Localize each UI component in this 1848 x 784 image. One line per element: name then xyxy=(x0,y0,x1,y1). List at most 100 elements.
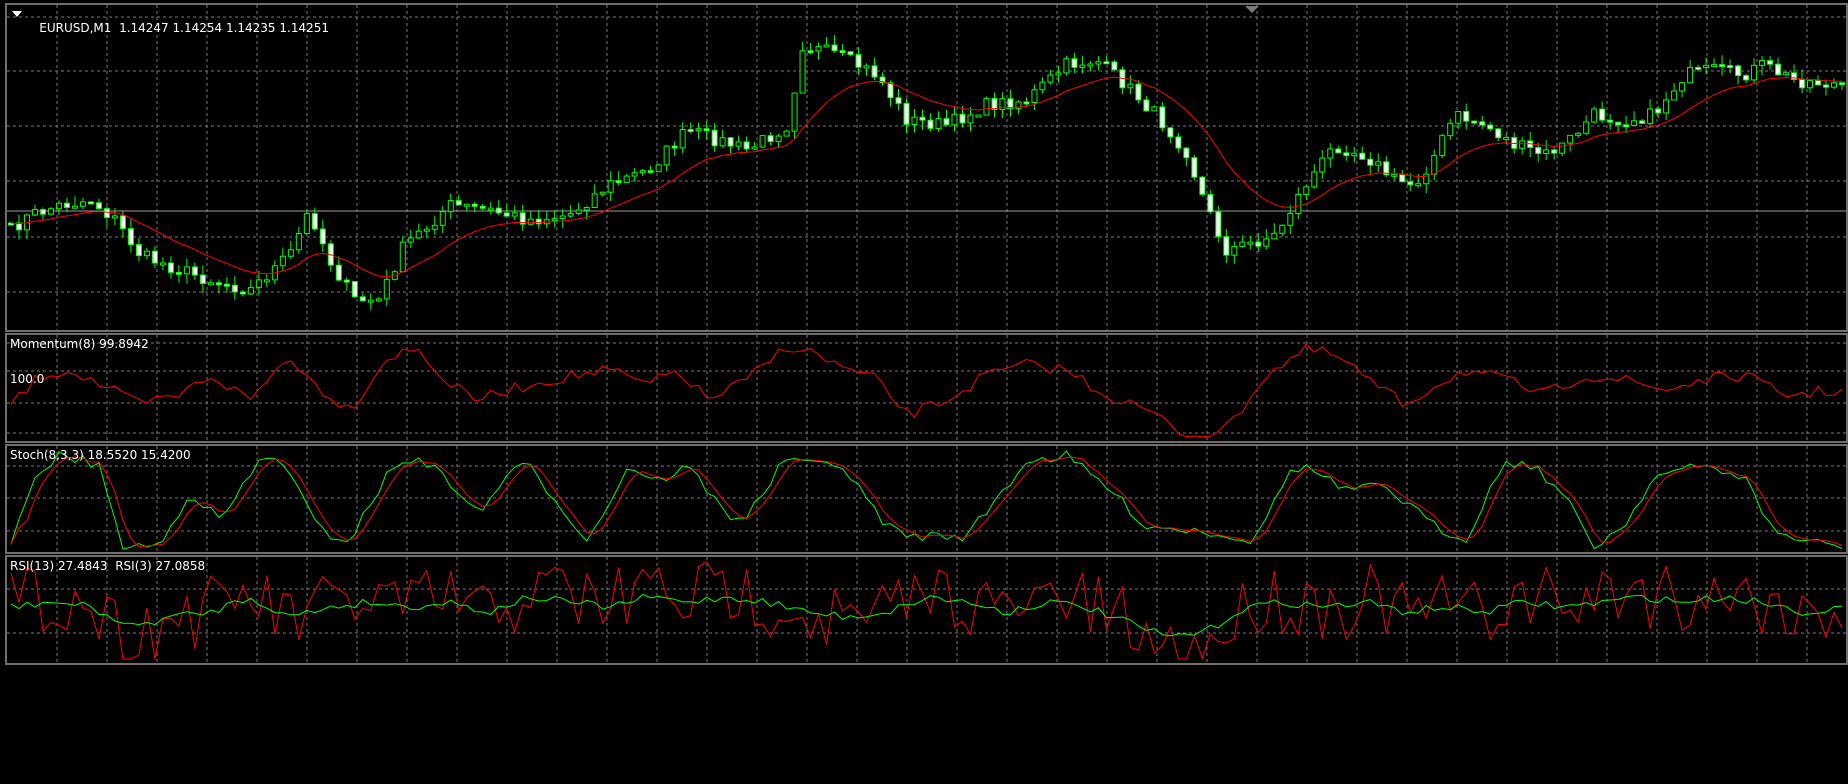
candle-body xyxy=(807,50,814,54)
candle-body xyxy=(743,141,750,150)
candle-body xyxy=(1287,212,1294,226)
candle-body xyxy=(1591,108,1598,123)
candle-body xyxy=(1175,136,1182,149)
candle-body xyxy=(447,200,454,213)
candle-body xyxy=(599,191,606,195)
candle-body xyxy=(1599,108,1606,121)
candle-body xyxy=(1543,149,1550,155)
candle-body xyxy=(1415,183,1422,187)
candle-body xyxy=(1039,81,1046,91)
candle-body xyxy=(1047,74,1054,83)
candle-body xyxy=(1367,158,1374,166)
momentum-pane[interactable]: Momentum(8) 99.8942 100.0 xyxy=(5,333,1848,443)
candle-body xyxy=(903,102,910,125)
candle-body xyxy=(263,279,270,283)
candle-body xyxy=(303,213,310,235)
candle-body xyxy=(887,82,894,99)
candle-body xyxy=(1671,90,1678,101)
candle-body xyxy=(159,262,166,266)
candle-body xyxy=(103,208,110,219)
candle-body xyxy=(1111,61,1118,71)
candle-body xyxy=(247,286,254,295)
candle-body xyxy=(1583,121,1590,134)
candle-body xyxy=(567,212,574,217)
candle-body xyxy=(1687,66,1694,84)
candle-body xyxy=(1743,75,1750,81)
menu-triangle-icon[interactable] xyxy=(12,11,22,17)
candle-body xyxy=(751,146,758,150)
candle-body xyxy=(695,128,702,132)
candle-body xyxy=(1255,241,1262,247)
candle-body xyxy=(1623,124,1630,128)
candle-body xyxy=(1535,146,1542,155)
candle-body xyxy=(631,172,638,177)
candle-body xyxy=(383,278,390,300)
candle-body xyxy=(863,65,870,69)
rsi3-line xyxy=(10,561,1843,660)
candle-body xyxy=(1447,122,1454,137)
rsi-label: RSI(13) 27.4843 RSI(3) 27.0858 xyxy=(10,559,206,573)
candle-body xyxy=(1127,83,1134,89)
candle-body xyxy=(799,50,806,94)
candle-body xyxy=(703,128,710,132)
momentum-label: Momentum(8) 99.8942 xyxy=(10,337,149,351)
candle-body xyxy=(1815,80,1822,86)
candle-body xyxy=(1063,58,1070,74)
candle-body xyxy=(1079,64,1086,68)
candle-body xyxy=(1751,64,1758,81)
candle-body xyxy=(911,116,918,125)
candle-body xyxy=(959,113,966,124)
candle-body xyxy=(1239,241,1246,247)
candle-body xyxy=(767,135,774,143)
candle-body xyxy=(1575,132,1582,136)
candle-body xyxy=(1055,72,1062,76)
candle-body xyxy=(415,230,422,239)
candle-body xyxy=(1023,101,1030,105)
candle-body xyxy=(935,118,942,129)
candle-body xyxy=(679,129,686,149)
chart-shift-marker-icon[interactable] xyxy=(1245,6,1259,13)
price-chart-pane[interactable]: EURUSD,M1 1.14247 1.14254 1.14235 1.1425… xyxy=(5,3,1848,332)
candle-body xyxy=(591,193,598,209)
candle-body xyxy=(1719,64,1726,68)
candle-body xyxy=(343,279,350,283)
candle-body xyxy=(839,50,846,54)
candle-body xyxy=(359,296,366,302)
candle-body xyxy=(175,271,182,275)
candle-body xyxy=(1799,78,1806,89)
candle-body xyxy=(1735,65,1742,77)
candle-body xyxy=(1223,236,1230,256)
candle-body xyxy=(711,129,718,147)
candle-body xyxy=(495,207,502,214)
candle-body xyxy=(1767,60,1774,65)
candle-body xyxy=(639,170,646,174)
candle-body xyxy=(895,97,902,104)
candle-body xyxy=(207,282,214,286)
candle-body xyxy=(39,209,46,215)
candle-body xyxy=(127,228,134,246)
momentum-line xyxy=(10,343,1843,438)
candle-body xyxy=(79,201,86,207)
stochastic-pane[interactable]: Stoch(8,3,3) 18.5520 15.4200 xyxy=(5,444,1848,554)
candle-body xyxy=(1495,128,1502,139)
candle-body xyxy=(831,44,838,52)
candle-body xyxy=(1271,232,1278,240)
candle-body xyxy=(983,97,990,116)
candle-body xyxy=(647,170,654,174)
candle-body xyxy=(1151,106,1158,112)
candle-body xyxy=(1503,137,1510,141)
candle-body xyxy=(1487,124,1494,130)
candle-body xyxy=(1823,84,1830,88)
candle-body xyxy=(663,145,670,166)
candle-body xyxy=(1319,157,1326,173)
candle-body xyxy=(111,215,118,219)
candle-body xyxy=(1295,193,1302,214)
candle-body xyxy=(1191,157,1198,178)
candle-body xyxy=(455,200,462,206)
rsi-pane[interactable]: RSI(13) 27.4843 RSI(3) 27.0858 xyxy=(5,555,1848,665)
candle-body xyxy=(239,291,246,295)
candle-body xyxy=(1455,111,1462,124)
candle-body xyxy=(791,92,798,132)
candle-body xyxy=(375,298,382,302)
candle-body xyxy=(119,215,126,230)
